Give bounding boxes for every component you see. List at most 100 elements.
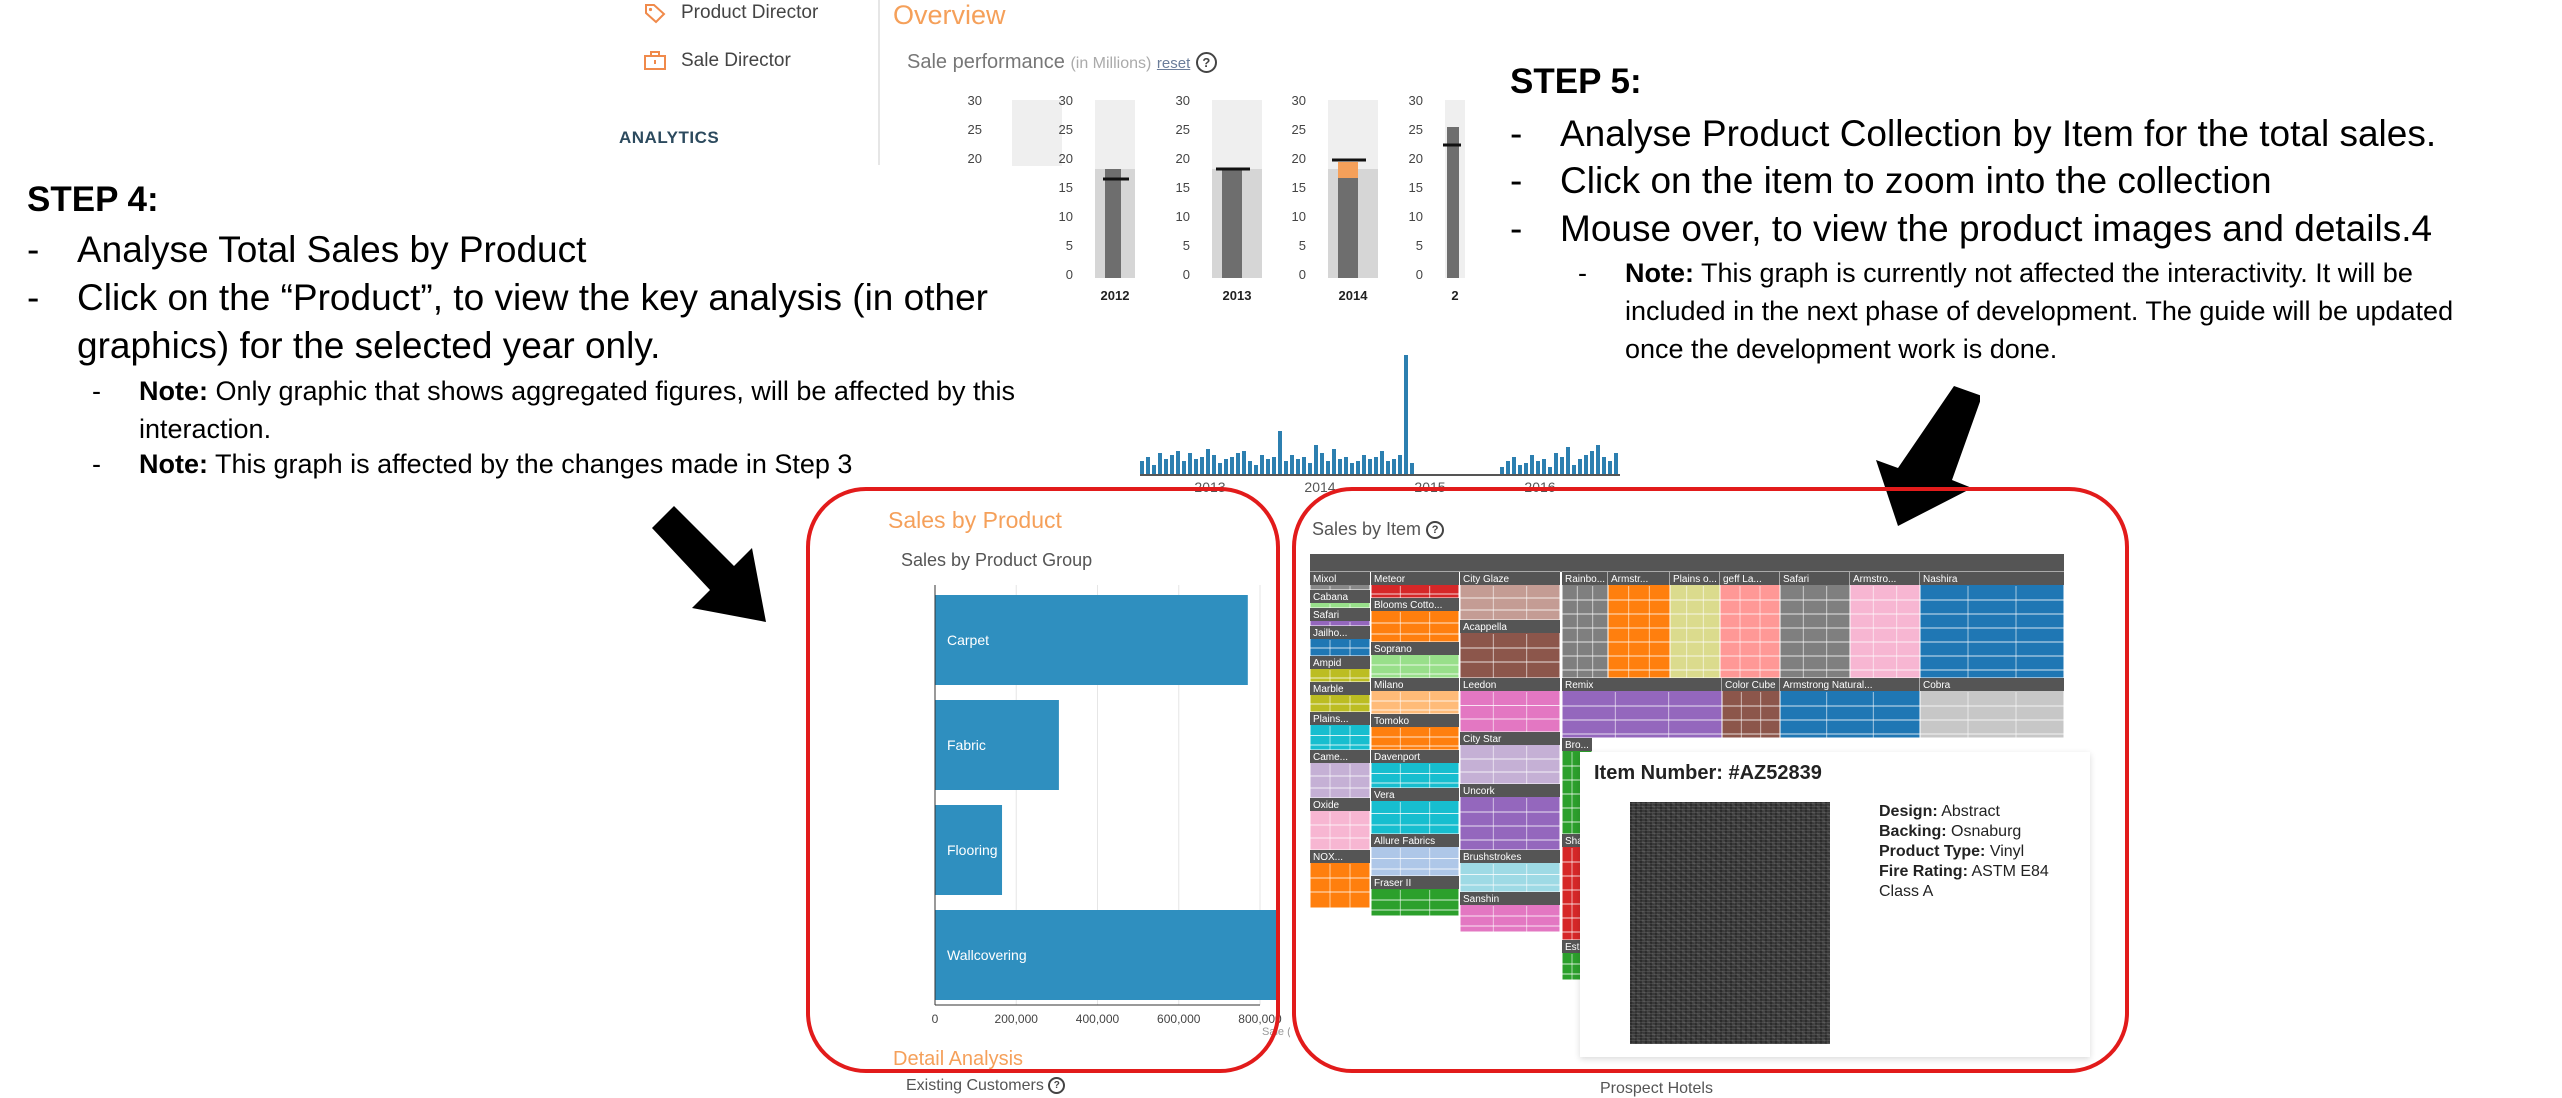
timeline-bar <box>1206 449 1210 475</box>
timeline-bar <box>1212 455 1216 475</box>
value-bar <box>1447 127 1459 278</box>
sidebar-item-product-director[interactable]: Product Director <box>643 2 818 24</box>
timeline-bar <box>1506 461 1510 475</box>
timeline-bar <box>1608 461 1612 475</box>
tick-label: 20 <box>1176 151 1190 166</box>
note-label: Note: <box>1625 258 1694 288</box>
bullet-chart-2012[interactable]: 30 25 20 <box>968 93 1062 166</box>
tick-label: 0 <box>1416 267 1423 282</box>
timeline-bar <box>1362 455 1366 475</box>
help-icon[interactable]: ? <box>1048 1077 1066 1095</box>
tick-label: 5 <box>1299 238 1306 253</box>
timeline-bar <box>1266 459 1270 475</box>
step4-bullet-text: Analyse Total Sales by Product <box>77 229 587 270</box>
timeline-bar <box>1314 445 1318 475</box>
help-icon[interactable]: ? <box>1195 52 1217 74</box>
timeline-bar <box>1254 465 1258 475</box>
tick-label: 20 <box>1409 151 1423 166</box>
bullet-chart-2015[interactable]: 30 25 20 15 10 5 0 2 <box>1409 93 1465 303</box>
timeline-bar <box>1242 451 1246 475</box>
bullet-chart-2012-main[interactable]: 30 25 20 15 10 5 0 2012 <box>1059 93 1135 303</box>
tick-label: 30 <box>1059 93 1073 108</box>
analytics-section-label: ANALYTICS <box>619 128 720 147</box>
tick-label: 10 <box>1059 209 1073 224</box>
timeline-bar <box>1302 457 1306 475</box>
timeline-bar <box>1542 459 1546 475</box>
tick-label: 5 <box>1183 238 1190 253</box>
sidebar-item-label: Sale Director <box>681 50 791 71</box>
timeline-bar <box>1410 463 1414 475</box>
sidebar-item-sale-director[interactable]: Sale Director <box>643 50 791 72</box>
highlight-frame-step5 <box>1292 487 2129 1073</box>
timeline-bar <box>1140 461 1144 475</box>
tick-label: 10 <box>1292 209 1306 224</box>
timeline-bar <box>1296 459 1300 475</box>
reset-link[interactable]: reset <box>1157 55 1190 72</box>
timeline-bar <box>1548 467 1552 475</box>
timeline-bar <box>1560 457 1564 475</box>
existing-customers-text: Existing Customers <box>906 1077 1044 1094</box>
timeline-bar <box>1326 461 1330 475</box>
year-label: 2012 <box>1101 288 1130 303</box>
tick-label: 15 <box>1059 180 1073 195</box>
step5-bullet-text: Analyse Product Collection by Item for t… <box>1560 113 2437 154</box>
sale-performance-label: Sale performance <box>907 51 1065 73</box>
timeline-bar <box>1338 459 1342 475</box>
note-text: This graph is affected by the changes ma… <box>215 449 853 479</box>
timeline-chart[interactable]: 2013 2014 2015 2016 <box>1140 350 1630 495</box>
timeline-bar <box>1380 451 1384 475</box>
tick-label: 30 <box>1176 93 1190 108</box>
timeline-bar <box>1278 431 1282 475</box>
sale-performance-bullet-charts: 30 25 20 30 25 20 15 10 5 0 2012 30 25 2… <box>968 93 1465 303</box>
timeline-bar <box>1584 455 1588 475</box>
timeline-bar <box>1158 453 1162 475</box>
tick-label: 30 <box>1409 93 1423 108</box>
bullet-chart-2014[interactable]: 30 25 20 15 10 5 0 2014 <box>1292 93 1378 303</box>
timeline-bar <box>1152 465 1156 475</box>
timeline-bar <box>1350 463 1354 475</box>
timeline-bars <box>1140 355 1618 475</box>
sale-performance-header: Sale performance (in Millions) reset ? <box>907 51 1217 74</box>
note-label: Note: <box>139 376 208 406</box>
step4-title: STEP 4: <box>27 180 159 219</box>
tick-label: 0 <box>1299 267 1306 282</box>
timeline-bar <box>1170 455 1174 475</box>
timeline-bar <box>1398 455 1402 475</box>
tick-label: 5 <box>1416 238 1423 253</box>
timeline-bar <box>1332 449 1336 475</box>
timeline-bar <box>1566 447 1570 475</box>
tick-label: 0 <box>1066 267 1073 282</box>
tick-label: 10 <box>1176 209 1190 224</box>
timeline-bar <box>1260 455 1264 475</box>
value-bar-highlight <box>1338 162 1358 178</box>
value-bar <box>1222 169 1242 278</box>
tick-label: 15 <box>1176 180 1190 195</box>
timeline-bar <box>1554 453 1558 475</box>
timeline-bar <box>1176 451 1180 475</box>
timeline-bar <box>1224 459 1228 475</box>
timeline-bar <box>1500 467 1504 475</box>
tick-label: 0 <box>1183 267 1190 282</box>
timeline-bar <box>1392 459 1396 475</box>
step5-bullet-text: Mouse over, to view the product images a… <box>1560 208 2433 249</box>
timeline-bar <box>1356 461 1360 475</box>
year-label: 2 <box>1451 288 1458 303</box>
year-label: 2014 <box>1339 288 1369 303</box>
tick-label: 15 <box>1409 180 1423 195</box>
timeline-bar <box>1602 457 1606 475</box>
timeline-bar <box>1194 459 1198 475</box>
tick-label: 25 <box>1409 122 1423 137</box>
tick-label: 15 <box>1292 180 1306 195</box>
step5-bullet-text: Click on the item to zoom into the colle… <box>1560 160 2272 201</box>
bullet-chart-2013[interactable]: 30 25 20 15 10 5 0 2013 <box>1176 93 1262 303</box>
arrow-down-right-icon <box>652 506 766 622</box>
value-bar <box>1338 178 1358 278</box>
tick-label: 20 <box>968 151 982 166</box>
step4-bullet-text: graphics) for the selected year only. <box>77 325 661 366</box>
timeline-bar <box>1200 457 1204 475</box>
timeline-bar <box>1284 461 1288 475</box>
timeline-bar <box>1230 457 1234 475</box>
note-text: This graph is currently not affected the… <box>1701 258 2413 288</box>
step5-title: STEP 5: <box>1510 62 1642 101</box>
tick-label: 25 <box>1059 122 1073 137</box>
